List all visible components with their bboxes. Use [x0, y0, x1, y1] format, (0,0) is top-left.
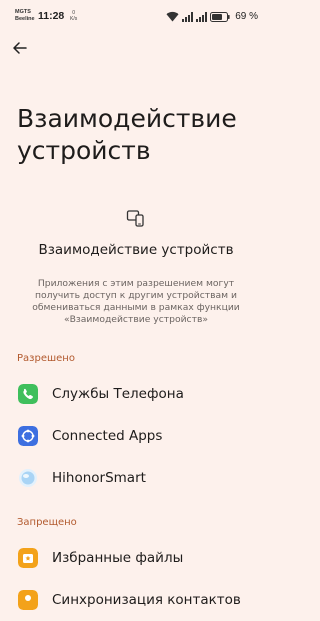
app-label: Службы Телефона	[52, 386, 184, 402]
permission-description: Приложения с этим разрешением могут полу…	[32, 278, 240, 325]
allowed-label: Разрешено	[17, 353, 75, 364]
status-bar: MGTS Beeline 11:28 0 K/s 69 %	[0, 0, 272, 34]
status-icons: 69 %	[166, 10, 258, 23]
app-row-favorite-files[interactable]: Избранные файлы	[0, 537, 272, 579]
carrier-1: MGTS	[15, 9, 31, 15]
app-label: HihonorSmart	[52, 470, 146, 486]
carrier-info: MGTS Beeline	[15, 9, 35, 23]
wifi-icon	[166, 11, 179, 22]
net-speed: 0 K/s	[70, 10, 77, 22]
contacts-sync-icon	[18, 590, 38, 610]
page-title: Взаимодействие устройств	[17, 104, 237, 165]
app-label: Connected Apps	[52, 428, 163, 444]
devices-icon	[126, 210, 144, 227]
app-row-phone-services[interactable]: Службы Телефона	[0, 373, 272, 415]
connected-apps-icon	[18, 426, 38, 446]
battery-icon	[210, 11, 230, 22]
signal-icon	[182, 11, 194, 22]
section-heading: Взаимодействие устройств	[38, 242, 234, 258]
app-row-connected-apps[interactable]: Connected Apps	[0, 415, 272, 457]
back-button[interactable]	[8, 36, 32, 60]
phone-icon	[18, 384, 38, 404]
carrier-2: Beeline	[15, 16, 35, 22]
app-label: Синхронизация контактов	[52, 592, 241, 608]
signal-icon	[196, 11, 208, 22]
hihonor-smart-icon	[19, 469, 37, 487]
app-row-contacts-sync[interactable]: Синхронизация контактов	[0, 579, 272, 621]
app-label: Избранные файлы	[52, 550, 184, 566]
denied-label: Запрещено	[17, 517, 77, 528]
app-row-hihonor-smart[interactable]: HihonorSmart	[0, 457, 272, 499]
arrow-left-icon	[13, 42, 27, 54]
net-speed-unit: K/s	[70, 16, 78, 22]
clock: 11:28	[38, 10, 65, 22]
favorite-files-icon	[18, 548, 38, 568]
battery-percent: 69 %	[235, 11, 258, 22]
